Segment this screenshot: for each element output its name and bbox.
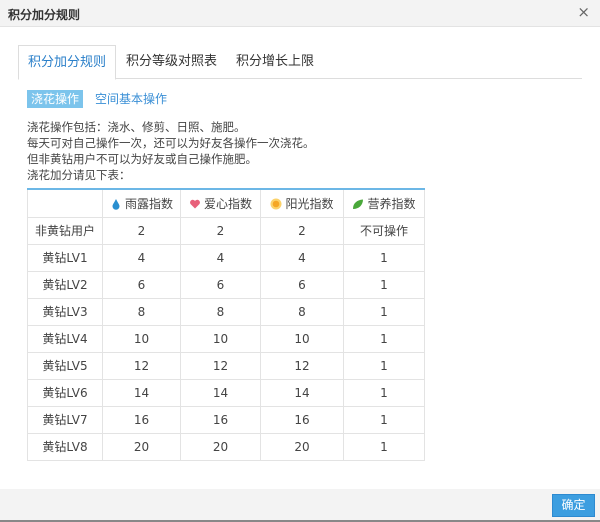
table-header-row: 雨露指数 爱心指数 阳光指数 营养指数 [27,188,425,218]
tab-level-table[interactable]: 积分等级对照表 [117,45,226,79]
description: 浇花操作包括：浇水、修剪、日照、施肥。 每天可对自己操作一次，还可以为好友各操作… [27,119,315,183]
points-table: 雨露指数 爱心指数 阳光指数 营养指数 非黄钻用户 2 2 2 不可操作 黄钻LV1 4 4 4… [27,188,425,461]
table-cell: 10 [180,324,261,353]
table-cell: 1 [343,324,425,353]
table-cell: 12 [102,351,181,380]
table-cell: 不可操作 [343,216,425,245]
table-cell: 14 [180,378,261,407]
dialog-footer: 确定 [0,489,600,522]
table-cell: 1 [343,405,425,434]
table-row: 黄钻LV7 16 16 16 1 [27,405,425,434]
row-label: 黄钻LV8 [27,432,103,461]
row-label: 黄钻LV3 [27,297,103,326]
table-cell: 8 [260,297,344,326]
row-label: 非黄钻用户 [27,216,103,245]
water-drop-icon [112,198,120,210]
row-label: 黄钻LV1 [27,243,103,272]
table-cell: 1 [343,378,425,407]
subtab-space-basic[interactable]: 空间基本操作 [91,90,171,108]
table-cell: 12 [260,351,344,380]
table-cell: 4 [102,243,181,272]
table-row: 黄钻LV2 6 6 6 1 [27,270,425,299]
table-cell: 16 [180,405,261,434]
header-nutrition: 营养指数 [343,188,425,218]
header-label: 阳光指数 [285,196,334,211]
description-line: 每天可对自己操作一次，还可以为好友各操作一次浇花。 [27,136,315,150]
leaf-icon [353,199,364,209]
header-love: 爱心指数 [180,188,261,218]
close-icon[interactable]: × [577,3,590,21]
table-row: 黄钻LV4 10 10 10 1 [27,324,425,353]
table-cell: 8 [180,297,261,326]
table-row: 非黄钻用户 2 2 2 不可操作 [27,216,425,245]
heart-icon [190,199,200,209]
table-cell: 8 [102,297,181,326]
table-cell: 6 [180,270,261,299]
sun-icon [270,198,282,210]
dialog-title: 积分加分规则 [8,8,81,22]
table-row: 黄钻LV5 12 12 12 1 [27,351,425,380]
subtab-watering[interactable]: 浇花操作 [27,90,84,108]
table-cell: 1 [343,270,425,299]
table-row: 黄钻LV1 4 4 4 1 [27,243,425,272]
confirm-button[interactable]: 确定 [552,494,595,517]
row-label: 黄钻LV2 [27,270,103,299]
table-cell: 14 [102,378,181,407]
header-label: 营养指数 [367,196,416,211]
header-sun: 阳光指数 [260,188,344,218]
table-cell: 6 [102,270,181,299]
table-cell: 2 [180,216,261,245]
tab-bar: 积分加分规则 积分等级对照表 积分增长上限 [18,45,582,80]
header-label: 爱心指数 [203,196,252,211]
row-label: 黄钻LV6 [27,378,103,407]
table-cell: 20 [180,432,261,461]
row-label: 黄钻LV7 [27,405,103,434]
table-cell: 2 [102,216,181,245]
description-line: 但非黄钻用户不可以为好友或自己操作施肥。 [27,152,257,166]
table-cell: 16 [260,405,344,434]
row-label: 黄钻LV4 [27,324,103,353]
table-cell: 12 [180,351,261,380]
table-row: 黄钻LV6 14 14 14 1 [27,378,425,407]
table-cell: 14 [260,378,344,407]
table-cell: 1 [343,432,425,461]
table-cell: 16 [102,405,181,434]
table-cell: 10 [260,324,344,353]
header-empty [27,188,103,218]
tab-points-rules[interactable]: 积分加分规则 [18,45,117,80]
row-label: 黄钻LV5 [27,351,103,380]
table-cell: 4 [260,243,344,272]
header-label: 雨露指数 [124,196,173,211]
table-cell: 1 [343,351,425,380]
description-line: 浇花加分请见下表： [27,168,131,182]
table-row: 黄钻LV8 20 20 20 1 [27,432,425,461]
table-cell: 1 [343,297,425,326]
table-cell: 10 [102,324,181,353]
table-cell: 1 [343,243,425,272]
dialog-header: 积分加分规则 × [0,0,600,27]
tab-growth-limit[interactable]: 积分增长上限 [227,45,323,79]
description-line: 浇花操作包括：浇水、修剪、日照、施肥。 [27,120,246,134]
table-cell: 6 [260,270,344,299]
header-rain: 雨露指数 [102,188,181,218]
subtab-bar: 浇花操作 空间基本操作 [27,90,171,108]
table-cell: 4 [180,243,261,272]
table-cell: 2 [260,216,344,245]
table-cell: 20 [102,432,181,461]
table-cell: 20 [260,432,344,461]
table-row: 黄钻LV3 8 8 8 1 [27,297,425,326]
